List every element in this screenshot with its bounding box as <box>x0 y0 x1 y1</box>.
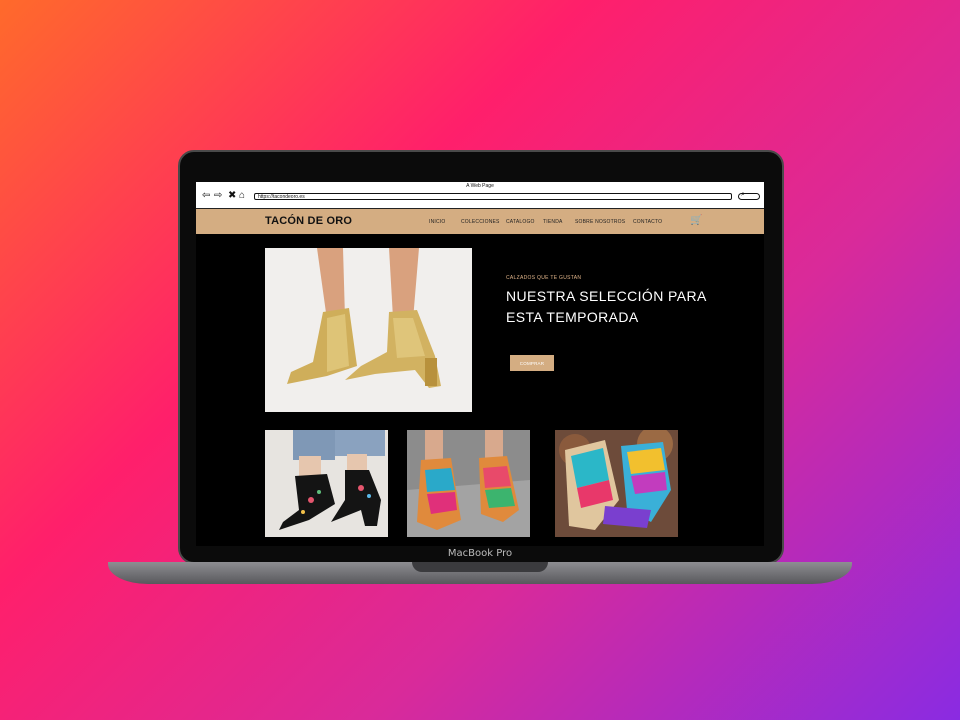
screen: A Web Page ⇦ ⇨ ✖ ⌂ https://tacondeoro.es… <box>196 182 764 546</box>
forward-arrow-icon[interactable]: ⇨ <box>214 190 222 202</box>
shop-button[interactable]: COMPRAR <box>510 355 554 371</box>
colorful-sandals-image[interactable] <box>407 430 530 537</box>
laptop-notch <box>412 562 548 572</box>
nav-contacto[interactable]: CONTACTO <box>633 219 662 225</box>
address-bar[interactable]: https://tacondeoro.es <box>254 193 732 200</box>
hero-kicker: CALZADOS QUE TE GUSTAN <box>506 275 582 281</box>
nav-colecciones[interactable]: COLECCIONES <box>461 219 500 225</box>
device-label: MacBook Pro <box>447 548 513 559</box>
hero-title: NUESTRA SELECCIÓN PARA ESTA TEMPORADA <box>506 288 706 325</box>
search-box[interactable]: ⌕ <box>738 191 760 200</box>
nav-sobre-nosotros[interactable]: SOBRE NOSOTROS <box>575 219 625 225</box>
window-title: A Web Page <box>466 183 494 189</box>
nav-catalogo[interactable]: CATALOGO <box>506 219 535 225</box>
hero-boots-image <box>265 248 472 412</box>
close-icon[interactable]: ✖ <box>228 190 236 202</box>
back-arrow-icon[interactable]: ⇦ <box>202 190 210 202</box>
embroidered-heels-image[interactable] <box>265 430 388 537</box>
brand-logo[interactable]: TACÓN DE ORO <box>265 215 352 227</box>
search-icon: ⌕ <box>741 191 745 198</box>
cart-icon[interactable]: 🛒 <box>690 215 702 226</box>
woven-sandals-image[interactable] <box>555 430 678 537</box>
nav-inicio[interactable]: INICIO <box>429 219 445 225</box>
home-icon[interactable]: ⌂ <box>239 190 245 202</box>
browser-chrome: A Web Page ⇦ ⇨ ✖ ⌂ https://tacondeoro.es… <box>196 182 764 209</box>
site-header: TACÓN DE ORO INICIO COLECCIONES CATALOGO… <box>196 209 764 234</box>
nav-tienda[interactable]: TIENDA <box>543 219 563 225</box>
